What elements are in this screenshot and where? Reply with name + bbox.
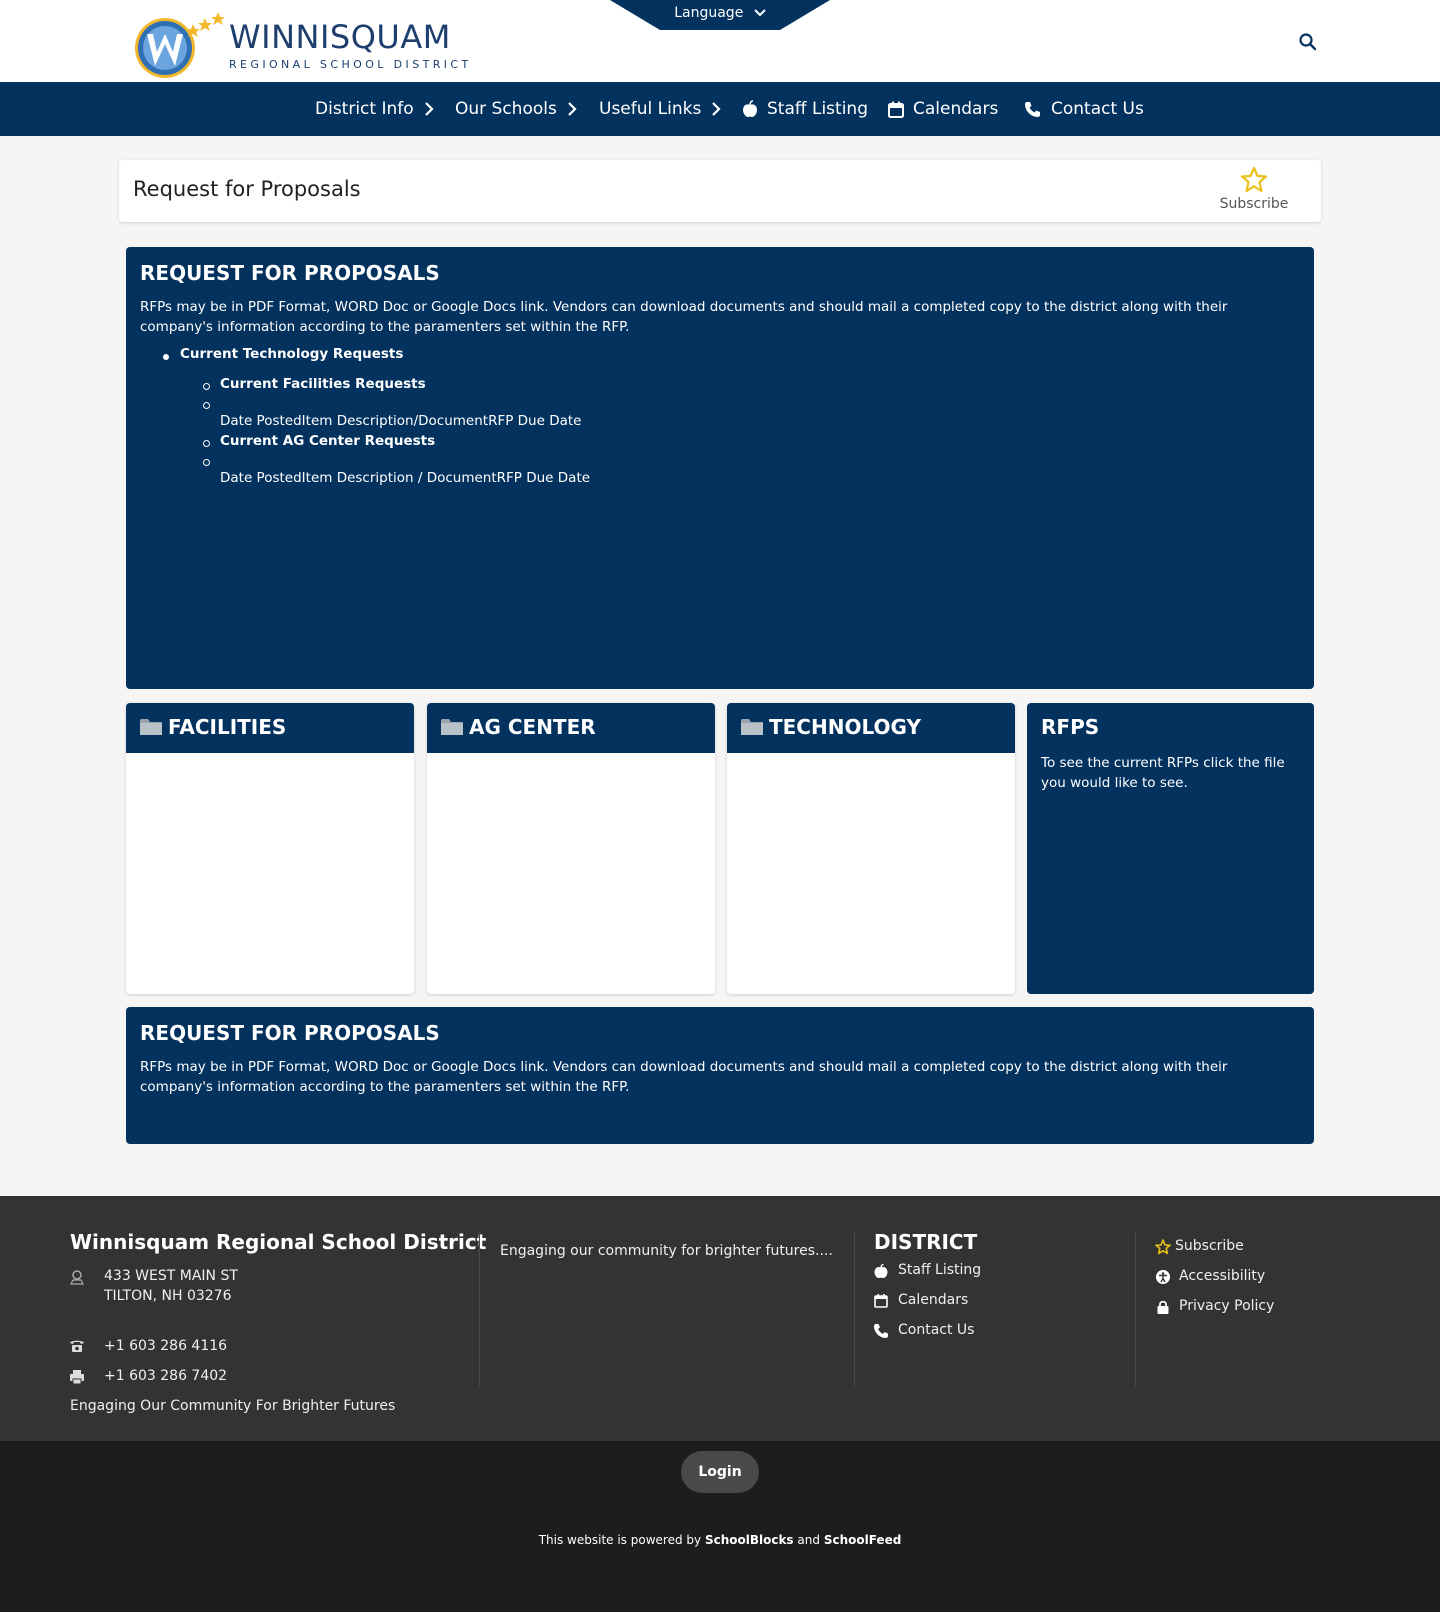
card-title: TECHNOLOGY [769,715,921,739]
ag-center-card[interactable]: AG CENTER [427,703,715,994]
card-header: TECHNOLOGY [727,703,1015,753]
printer-icon [70,1370,84,1385]
nav-item-calendars[interactable]: Calendars [888,82,998,136]
card-header: AG CENTER [427,703,715,753]
footer-divider [854,1232,855,1386]
nav-item-label: Our Schools [455,99,557,119]
accessibility-icon [1156,1270,1170,1284]
rfp-block-heading: REQUEST FOR PROPOSALS [140,1021,440,1045]
nav-item-label: Calendars [913,99,999,119]
folder-icon [140,719,162,735]
footer-district-heading: DISTRICT [874,1230,978,1254]
footer-fax: +1 603 286 7402 [104,1368,228,1384]
page-title: Request for Proposals [133,177,361,201]
nav-item-label: Staff Listing [767,99,868,119]
page-title-bar: Request for Proposals Subscribe [119,160,1321,222]
phone-icon [1025,101,1040,117]
nav-item-useful-links[interactable]: Useful Links [599,82,721,136]
card-title: AG CENTER [469,715,596,739]
powered-by-text: This website is powered by SchoolBlocks … [0,1533,1440,1547]
footer-address-line1: 433 WEST MAIN ST [104,1268,238,1284]
list-item-ag-center-requests[interactable]: Current AG Center Requests [220,433,435,449]
powered-and: and [797,1533,820,1547]
logo-title: WINNISQUAM [229,18,451,56]
bullet-circle [203,440,210,447]
chevron-down-icon [754,9,766,17]
calendar-icon [874,1294,888,1308]
technology-card[interactable]: TECHNOLOGY [727,703,1015,994]
logo-emblem-icon [135,12,225,78]
bullet-circle [203,402,210,409]
nav-item-district-info[interactable]: District Info [315,82,434,136]
nav-item-label: District Info [315,99,414,119]
schoolblocks-link[interactable]: SchoolBlocks [705,1533,794,1547]
card-title: FACILITIES [168,715,287,739]
subscribe-button[interactable]: Subscribe [1199,166,1309,216]
footer-link-contact-us[interactable]: Contact Us [898,1322,974,1338]
rfp-block-text: RFPs may be in PDF Format, WORD Doc or G… [140,299,1228,335]
site-header: WINNISQUAM REGIONAL SCHOOL DISTRICT Lang… [0,0,1440,82]
schoolfeed-link[interactable]: SchoolFeed [824,1533,901,1547]
chevron-right-icon [712,102,721,116]
nav-item-label: Useful Links [599,99,702,119]
list-item-facilities-requests[interactable]: Current Facilities Requests [220,376,426,392]
list-item-technology-requests[interactable]: Current Technology Requests [180,346,403,362]
login-button[interactable]: Login [681,1451,759,1493]
nav-item-contact-us[interactable]: Contact Us [1024,82,1144,136]
nav-item-label: Contact Us [1051,99,1144,119]
site-footer: Winnisquam Regional School District 433 … [0,1196,1440,1441]
calendar-icon [888,101,904,118]
footer-district-name: Winnisquam Regional School District [70,1230,487,1254]
footer-link-accessibility[interactable]: Accessibility [1179,1268,1265,1284]
rfp-footer-block: REQUEST FOR PROPOSALS RFPs may be in PDF… [126,1007,1314,1144]
folder-icon [441,719,463,735]
rfp-block-text: RFPs may be in PDF Format, WORD Doc or G… [140,1059,1228,1095]
footer-link-privacy-policy[interactable]: Privacy Policy [1179,1298,1274,1314]
footer-link-calendars[interactable]: Calendars [898,1292,968,1308]
district-logo[interactable]: WINNISQUAM REGIONAL SCHOOL DISTRICT [133,6,468,78]
telephone-icon [70,1340,84,1352]
rfps-text: To see the current RFPs click the file y… [1041,755,1285,791]
language-selector[interactable]: Language [610,0,830,30]
rfp-block-heading: REQUEST FOR PROPOSALS [140,261,440,285]
footer-tagline: Engaging our community for brighter futu… [500,1243,833,1259]
logo-subtitle: REGIONAL SCHOOL DISTRICT [229,58,472,71]
map-marker-icon [70,1270,84,1285]
bullet-circle [203,383,210,390]
bullet-dot [163,354,169,360]
chevron-right-icon [568,102,577,116]
apple-icon [743,100,757,117]
main-nav: District Info Our Schools Useful Links S… [0,82,1440,136]
footer-phone[interactable]: +1 603 286 4116 [104,1338,227,1354]
lock-icon [1157,1300,1169,1314]
language-label: Language [674,5,744,21]
apple-icon [874,1263,888,1278]
card-header: FACILITIES [126,703,414,753]
folder-icon [741,719,763,735]
subscribe-label: Subscribe [1219,196,1289,212]
card-title: RFPS [1041,715,1100,739]
footer-address-line2: TILTON, NH 03276 [104,1288,232,1304]
footer-link-staff-listing[interactable]: Staff Listing [898,1262,981,1278]
rfp-intro-block: REQUEST FOR PROPOSALS RFPs may be in PDF… [126,247,1314,689]
facilities-card[interactable]: FACILITIES [126,703,414,994]
nav-item-our-schools[interactable]: Our Schools [455,82,577,136]
table-header-text: Date PostedItem Description / DocumentRF… [220,470,591,486]
footer-link-subscribe[interactable]: Subscribe [1175,1238,1244,1254]
table-header-text: Date PostedItem Description/DocumentRFP … [220,413,582,429]
footer-divider [1135,1232,1136,1386]
bullet-circle [203,459,210,466]
search-icon[interactable] [1298,32,1318,52]
footer-motto: Engaging Our Community For Brighter Futu… [70,1398,396,1414]
powered-prefix: This website is powered by [538,1533,702,1547]
nav-item-staff-listing[interactable]: Staff Listing [742,82,868,136]
star-icon [1240,166,1268,193]
rfps-card: RFPS To see the current RFPs click the f… [1027,703,1314,994]
bottom-bar: Login This website is powered by SchoolB… [0,1441,1440,1612]
star-icon [1155,1239,1171,1255]
footer-divider [479,1232,480,1386]
phone-icon [874,1324,888,1338]
chevron-right-icon [424,102,434,116]
